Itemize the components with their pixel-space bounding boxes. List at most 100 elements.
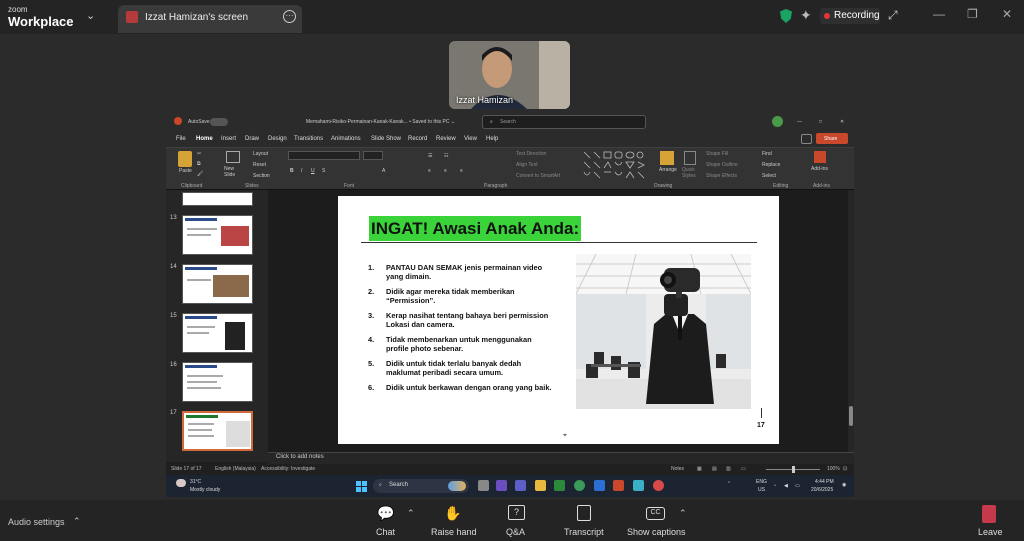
tab-slide-show[interactable]: Slide Show bbox=[371, 136, 401, 142]
window-minimize-icon[interactable]: — bbox=[797, 119, 802, 125]
notes-pane[interactable] bbox=[268, 452, 854, 464]
font-size-select[interactable] bbox=[363, 151, 383, 160]
copilot-icon[interactable] bbox=[496, 480, 507, 491]
italic-button[interactable]: I bbox=[301, 168, 302, 174]
more-options-icon[interactable]: ⋯ bbox=[283, 10, 296, 23]
tab-file[interactable]: File bbox=[176, 136, 186, 142]
chat-button[interactable]: Chat bbox=[376, 527, 395, 537]
reading-view-icon[interactable]: ▥ bbox=[726, 466, 731, 472]
expand-icon[interactable]: ⤢ bbox=[888, 8, 898, 23]
language-code[interactable]: ENG bbox=[756, 479, 767, 485]
accessibility-status[interactable]: Accessibility: Investigate bbox=[261, 466, 315, 472]
normal-view-icon[interactable]: ▦ bbox=[697, 466, 702, 472]
task-view-icon[interactable] bbox=[478, 480, 489, 491]
copy-icon[interactable]: ⧉ bbox=[197, 161, 201, 167]
slide-thumbnail-16[interactable] bbox=[182, 362, 253, 402]
zoom-level[interactable]: 100% bbox=[827, 466, 840, 472]
new-slide-icon[interactable] bbox=[226, 151, 240, 163]
keyboard-layout[interactable]: US bbox=[758, 487, 765, 493]
paste-icon[interactable] bbox=[178, 151, 192, 167]
tab-view[interactable]: View bbox=[464, 136, 477, 142]
show-captions-button[interactable]: Show captions bbox=[627, 527, 686, 537]
audio-settings-button[interactable]: Audio settings bbox=[8, 517, 65, 527]
restore-icon[interactable]: ❐ bbox=[967, 7, 978, 21]
slide-thumbnail-15[interactable] bbox=[182, 313, 253, 353]
arrange-icon[interactable] bbox=[660, 151, 674, 165]
slide-thumbnail-17[interactable] bbox=[182, 411, 253, 451]
shape-effects-button[interactable]: Shape Effects bbox=[706, 173, 737, 179]
raise-hand-icon[interactable]: ✋ bbox=[444, 505, 461, 522]
add-ins-icon[interactable] bbox=[814, 151, 826, 163]
shape-fill-button[interactable]: Shape Fill bbox=[706, 151, 728, 157]
close-icon[interactable]: ✕ bbox=[1002, 7, 1012, 21]
show-hidden-icons-icon[interactable]: ⌃ bbox=[727, 481, 731, 487]
language-status[interactable]: English (Malaysia) bbox=[215, 466, 256, 472]
slide-title[interactable]: INGAT! Awasi Anak Anda: bbox=[369, 216, 582, 241]
slide-sorter-icon[interactable]: ▤ bbox=[712, 466, 717, 472]
select-button[interactable]: Select bbox=[762, 173, 776, 179]
qa-icon[interactable]: ? bbox=[508, 505, 525, 520]
autosave-toggle[interactable] bbox=[210, 118, 228, 126]
xbox-icon[interactable] bbox=[554, 480, 565, 491]
teams-icon[interactable] bbox=[515, 480, 526, 491]
file-explorer-icon[interactable] bbox=[535, 480, 546, 491]
tab-insert[interactable]: Insert bbox=[221, 136, 236, 142]
chevron-up-icon[interactable]: ⌃ bbox=[73, 516, 81, 527]
format-painter-icon[interactable]: 🖌 bbox=[197, 171, 203, 177]
comments-icon[interactable] bbox=[801, 134, 812, 144]
wifi-icon[interactable]: ◔ bbox=[773, 483, 776, 489]
replace-button[interactable]: Replace bbox=[762, 162, 780, 168]
window-restore-icon[interactable]: □ bbox=[819, 119, 822, 125]
scrollbar-thumb[interactable] bbox=[849, 406, 853, 426]
app-icon[interactable] bbox=[633, 480, 644, 491]
chevron-down-icon[interactable]: ⌄ bbox=[86, 9, 95, 22]
chat-icon[interactable]: 💬 bbox=[377, 505, 394, 522]
chevron-up-icon[interactable]: ⌃ bbox=[679, 508, 687, 519]
chrome-icon[interactable] bbox=[574, 480, 585, 491]
layout-button[interactable]: Layout bbox=[253, 151, 268, 157]
align-right-icon[interactable]: ≡ bbox=[460, 168, 463, 174]
volume-icon[interactable]: ◀ bbox=[784, 483, 788, 489]
font-color-icon[interactable]: A bbox=[382, 168, 385, 174]
cut-icon[interactable]: ✂ bbox=[197, 151, 201, 157]
tab-draw[interactable]: Draw bbox=[245, 136, 259, 142]
ai-companion-icon[interactable]: ✦ bbox=[800, 7, 812, 24]
captions-icon[interactable]: CC bbox=[646, 507, 665, 520]
slide-thumbnail-12[interactable] bbox=[182, 192, 253, 206]
slideshow-icon[interactable]: ▭ bbox=[741, 466, 746, 472]
reset-button[interactable]: Reset bbox=[253, 162, 266, 168]
battery-icon[interactable]: ▭ bbox=[795, 483, 800, 489]
account-avatar[interactable] bbox=[772, 116, 783, 127]
slide-thumbnail-13[interactable] bbox=[182, 215, 253, 255]
find-button[interactable]: Find bbox=[762, 151, 772, 157]
minimize-icon[interactable]: — bbox=[933, 7, 945, 21]
clock-date[interactable]: 20/6/2025 bbox=[811, 487, 833, 493]
clock-time[interactable]: 4:44 PM bbox=[815, 479, 834, 485]
tab-home[interactable]: Home bbox=[196, 136, 213, 142]
slide-thumbnail-14[interactable] bbox=[182, 264, 253, 304]
leave-button[interactable]: Leave bbox=[978, 527, 1003, 537]
tab-transitions[interactable]: Transitions bbox=[294, 136, 323, 142]
align-center-icon[interactable]: ≡ bbox=[444, 168, 447, 174]
notification-bell-icon[interactable]: ◉ bbox=[842, 482, 846, 488]
shape-outline-button[interactable]: Shape Outline bbox=[706, 162, 738, 168]
raise-hand-button[interactable]: Raise hand bbox=[431, 527, 477, 537]
strikethrough-button[interactable]: S bbox=[322, 168, 325, 174]
transcript-icon[interactable] bbox=[577, 505, 591, 521]
tab-animations[interactable]: Animations bbox=[331, 136, 361, 142]
align-left-icon[interactable]: ≡ bbox=[428, 168, 431, 174]
transcript-button[interactable]: Transcript bbox=[564, 527, 604, 537]
qa-button[interactable]: Q&A bbox=[506, 527, 525, 537]
zoom-app-icon[interactable] bbox=[594, 480, 605, 491]
zoom-slider-thumb[interactable] bbox=[792, 466, 795, 473]
chevron-up-icon[interactable]: ⌃ bbox=[407, 508, 415, 519]
font-name-select[interactable] bbox=[288, 151, 360, 160]
leave-icon[interactable] bbox=[982, 505, 996, 523]
cctv-businessman-image[interactable] bbox=[576, 254, 751, 409]
slide-bullet-list[interactable]: 1. PANTAU DAN SEMAK jenis permainan video… bbox=[368, 263, 556, 398]
powerpoint-taskbar-icon[interactable] bbox=[613, 480, 624, 491]
convert-smartart-button[interactable]: Convert to SmartArt bbox=[516, 173, 560, 179]
weather-icon[interactable] bbox=[176, 479, 186, 487]
fit-slide-icon[interactable]: ⊡ bbox=[843, 466, 847, 472]
windows-start-icon[interactable] bbox=[356, 480, 368, 492]
